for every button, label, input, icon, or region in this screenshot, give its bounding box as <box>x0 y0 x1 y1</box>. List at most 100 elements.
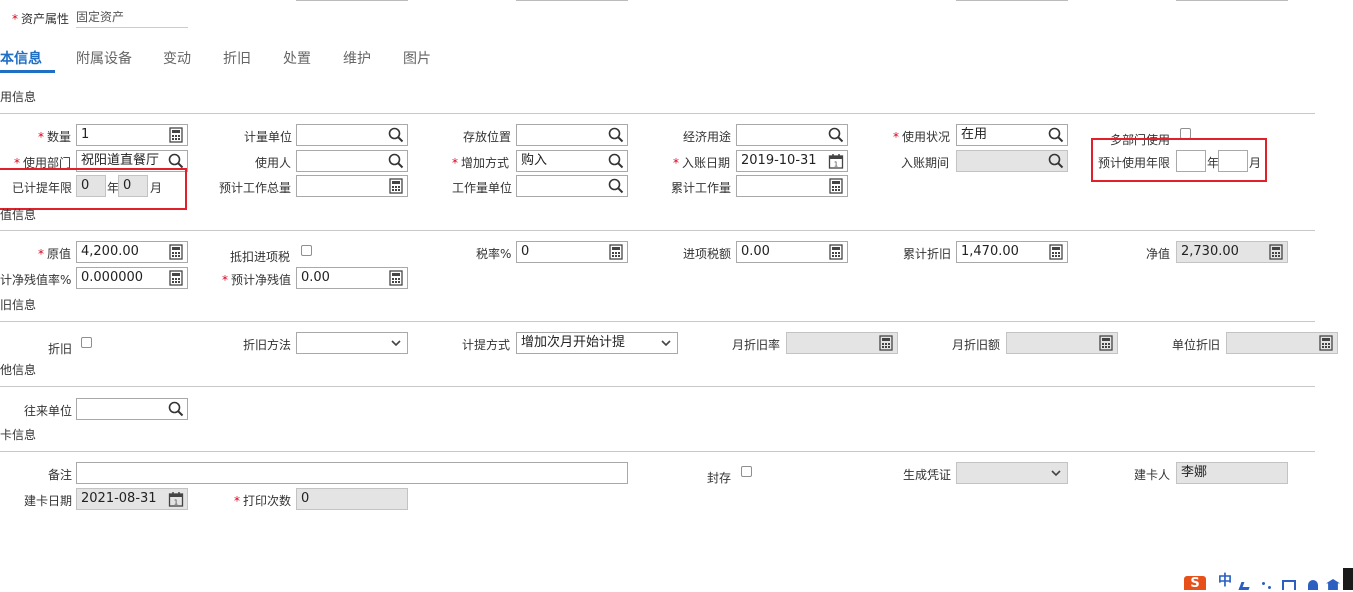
tab-basic-info[interactable]: 本信息 <box>0 48 42 68</box>
tray-edge <box>1343 568 1353 590</box>
dep-method-select[interactable] <box>296 332 408 354</box>
calculator-icon[interactable] <box>1098 335 1114 351</box>
location-field[interactable] <box>516 124 628 146</box>
unit-dep-label: 单位折旧 <box>1172 338 1221 352</box>
card-date-field[interactable]: 2021-08-31 <box>76 488 188 510</box>
monthly-amt-label: 月折旧额 <box>952 338 1001 352</box>
calculator-icon[interactable] <box>168 127 184 143</box>
calculator-icon[interactable] <box>828 178 844 194</box>
deduct-tax-checkbox[interactable] <box>301 245 312 256</box>
dep-label: 折旧 <box>48 342 73 356</box>
econ-use-label: 经济用途 <box>683 130 732 144</box>
ime-logo-icon[interactable]: S <box>1184 576 1206 591</box>
punctuation-icon[interactable] <box>1238 582 1252 590</box>
remark-field[interactable] <box>76 462 628 484</box>
creator-field[interactable]: 李娜 <box>1176 462 1288 484</box>
residual-value-label: * 预计净残值 <box>222 273 292 287</box>
calculator-icon[interactable] <box>388 178 404 194</box>
search-icon[interactable] <box>168 401 184 417</box>
top-field-edge <box>516 0 628 1</box>
section-value-title: 值信息 <box>0 208 37 222</box>
dep-method-label: 折旧方法 <box>243 338 292 352</box>
active-tab-underline <box>0 70 55 73</box>
ime-mode-label[interactable]: 中 <box>1218 570 1232 590</box>
chevron-down-icon <box>391 338 401 348</box>
section-usage-title: 用信息 <box>0 90 37 104</box>
use-status-label: * 使用状况 <box>893 130 951 144</box>
shirt-icon[interactable] <box>1326 579 1340 590</box>
monthly-rate-field[interactable] <box>786 332 898 354</box>
print-count-field[interactable]: 0 <box>296 488 408 510</box>
location-label: 存放位置 <box>463 130 512 144</box>
tab-accessories[interactable]: 附属设备 <box>76 48 132 68</box>
keyboard-icon[interactable] <box>1282 580 1296 590</box>
entry-period-label: 入账期间 <box>901 156 950 170</box>
entry-date-field[interactable]: 2019-10-31 <box>736 150 848 172</box>
calculator-icon[interactable] <box>878 335 894 351</box>
accum-dep-field[interactable]: 1,470.00 <box>956 241 1068 263</box>
search-icon[interactable] <box>828 127 844 143</box>
sealed-checkbox[interactable] <box>741 466 752 477</box>
dots-icon[interactable] <box>1262 580 1276 590</box>
deduct-tax-label: 抵扣进项税 <box>230 250 291 264</box>
tab-changes[interactable]: 变动 <box>163 48 191 68</box>
user-field[interactable] <box>296 150 408 172</box>
input-tax-field[interactable]: 0.00 <box>736 241 848 263</box>
net-value-field[interactable]: 2,730.00 <box>1176 241 1288 263</box>
remark-label: 备注 <box>48 468 73 482</box>
tax-rate-field[interactable]: 0 <box>516 241 628 263</box>
highlight-box-accrued-years <box>0 168 187 210</box>
tab-images[interactable]: 图片 <box>403 48 431 68</box>
search-icon[interactable] <box>1048 127 1064 143</box>
calculator-icon[interactable] <box>1268 244 1284 260</box>
monthly-rate-label: 月折旧率 <box>732 338 781 352</box>
top-field-edge <box>956 0 1068 1</box>
search-icon[interactable] <box>608 178 624 194</box>
search-icon[interactable] <box>608 127 624 143</box>
voucher-select[interactable] <box>956 462 1068 484</box>
user-icon[interactable] <box>1308 580 1318 590</box>
unit-field[interactable] <box>296 124 408 146</box>
tab-disposal[interactable]: 处置 <box>283 48 311 68</box>
dep-checkbox[interactable] <box>81 337 92 348</box>
econ-use-field[interactable] <box>736 124 848 146</box>
calculator-icon[interactable] <box>388 270 404 286</box>
use-status-field[interactable]: 在用 <box>956 124 1068 146</box>
calculator-icon[interactable] <box>168 244 184 260</box>
workload-total-field[interactable] <box>296 175 408 197</box>
calendar-icon[interactable] <box>168 491 184 507</box>
entry-period-field[interactable] <box>956 150 1068 172</box>
calendar-icon[interactable] <box>828 153 844 169</box>
calculator-icon[interactable] <box>1318 335 1334 351</box>
orig-value-field[interactable]: 4,200.00 <box>76 241 188 263</box>
tab-depreciation[interactable]: 折旧 <box>223 48 251 68</box>
add-method-field[interactable]: 购入 <box>516 150 628 172</box>
search-icon[interactable] <box>388 153 404 169</box>
search-icon[interactable] <box>1048 153 1064 169</box>
chevron-down-icon <box>1051 468 1061 478</box>
calculator-icon[interactable] <box>828 244 844 260</box>
residual-rate-field[interactable]: 0.000000 <box>76 267 188 289</box>
search-icon[interactable] <box>608 153 624 169</box>
unit-dep-field[interactable] <box>1226 332 1338 354</box>
tax-rate-label: 税率% <box>476 247 512 261</box>
sealed-label: 封存 <box>707 471 732 485</box>
partner-field[interactable] <box>76 398 188 420</box>
residual-value-field[interactable]: 0.00 <box>296 267 408 289</box>
residual-rate-label: 计净残值率% <box>0 273 72 287</box>
accum-workload-label: 累计工作量 <box>671 181 732 195</box>
workload-unit-field[interactable] <box>516 175 628 197</box>
accrual-select[interactable]: 增加次月开始计提 <box>516 332 678 354</box>
search-icon[interactable] <box>168 153 184 169</box>
calculator-icon[interactable] <box>168 270 184 286</box>
monthly-amt-field[interactable] <box>1006 332 1118 354</box>
creator-label: 建卡人 <box>1134 468 1171 482</box>
calculator-icon[interactable] <box>608 244 624 260</box>
print-count-label: * 打印次数 <box>234 494 292 508</box>
search-icon[interactable] <box>388 127 404 143</box>
accum-workload-field[interactable] <box>736 175 848 197</box>
tab-maintenance[interactable]: 维护 <box>343 48 371 68</box>
section-other-title: 他信息 <box>0 363 37 377</box>
quantity-field[interactable]: 1 <box>76 124 188 146</box>
calculator-icon[interactable] <box>1048 244 1064 260</box>
